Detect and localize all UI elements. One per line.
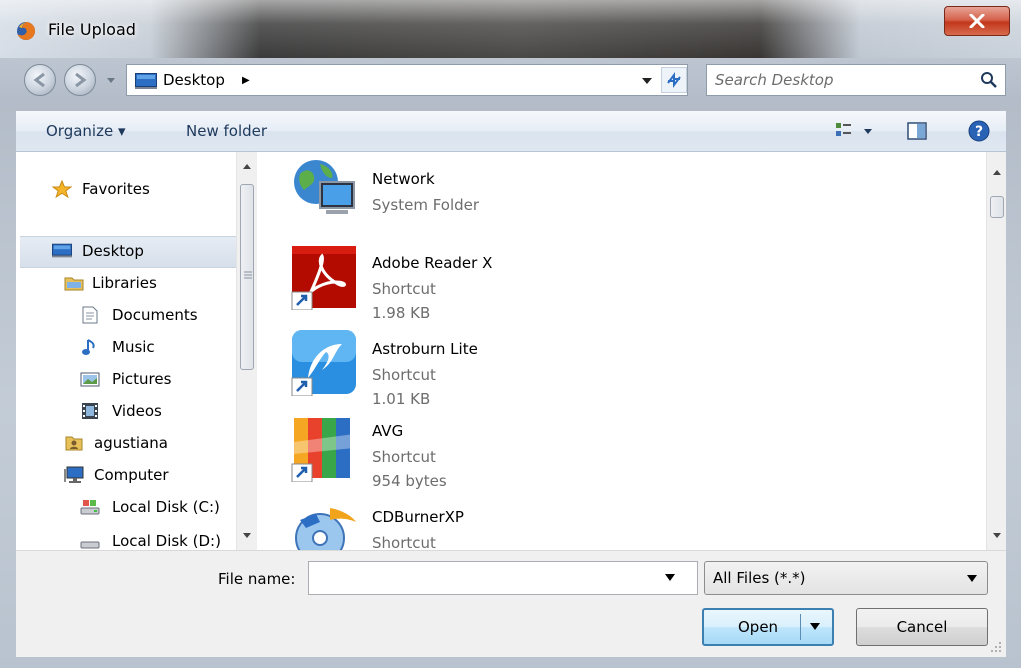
close-icon xyxy=(969,14,985,28)
nav-item-label: Documents xyxy=(112,306,198,324)
refresh-button[interactable] xyxy=(661,67,687,93)
preview-pane-button[interactable] xyxy=(906,121,928,141)
file-type: Shortcut xyxy=(372,448,436,466)
file-name: AVG xyxy=(372,422,404,440)
nav-item-label: Computer xyxy=(94,466,169,484)
file-name-label: File name: xyxy=(218,570,296,588)
file-type: System Folder xyxy=(372,196,480,214)
breadcrumb-desktop[interactable]: Desktop xyxy=(163,71,225,89)
file-name: CDBurnerXP xyxy=(372,508,464,526)
libraries-icon xyxy=(64,277,84,291)
file-name: Astroburn Lite xyxy=(372,340,478,358)
computer-icon xyxy=(64,466,84,483)
search-icon[interactable] xyxy=(979,70,999,90)
file-list-scroll-thumb[interactable] xyxy=(990,196,1004,218)
scroll-up-icon[interactable] xyxy=(242,162,252,170)
address-bar[interactable]: Desktop ▶ xyxy=(126,64,688,96)
astroburn-icon xyxy=(291,330,356,396)
file-type: Shortcut xyxy=(372,280,436,298)
drive-icon xyxy=(80,500,100,515)
back-button[interactable] xyxy=(24,64,56,96)
nav-item-label: Music xyxy=(112,338,155,356)
help-button[interactable]: ? xyxy=(968,120,990,142)
navigation-pane[interactable]: Favorites Desktop Libraries Documents Mu… xyxy=(16,152,242,550)
split-divider xyxy=(800,614,801,640)
new-folder-button[interactable]: New folder xyxy=(186,122,267,140)
bottom-panel: File name: All Files (*.*) Open Cancel xyxy=(16,550,1006,657)
chevron-down-icon[interactable] xyxy=(665,574,675,582)
scroll-down-icon[interactable] xyxy=(992,532,1002,540)
file-item-adobe-reader-x[interactable]: Adobe Reader X Shortcut 1.98 KB xyxy=(272,238,972,324)
file-item-avg[interactable]: AVG Shortcut 954 bytes xyxy=(272,410,972,496)
forward-button[interactable] xyxy=(64,64,96,96)
desktop-icon xyxy=(52,243,72,258)
chevron-down-icon xyxy=(967,575,977,582)
breadcrumb-chevron-icon[interactable]: ▶ xyxy=(242,75,250,86)
search-input[interactable] xyxy=(715,69,965,91)
title-bar: File Upload xyxy=(0,0,1021,58)
file-size: 1.98 KB xyxy=(372,304,431,322)
content-area: Favorites Desktop Libraries Documents Mu… xyxy=(16,152,1006,550)
view-icon xyxy=(836,123,851,136)
file-list[interactable]: Network System Folder Adobe Reader X Sho… xyxy=(272,152,984,550)
chevron-down-icon[interactable] xyxy=(810,623,820,631)
nav-item-label: Videos xyxy=(112,402,162,420)
file-upload-dialog: File Upload Desktop ▶ Search Desktop Org… xyxy=(0,0,1021,668)
resize-grip-icon[interactable] xyxy=(988,639,1002,653)
picture-icon xyxy=(80,372,100,387)
file-list-scrollbar[interactable] xyxy=(986,152,1006,550)
file-name-combobox[interactable] xyxy=(308,561,698,595)
close-button[interactable] xyxy=(944,6,1010,36)
cancel-button[interactable]: Cancel xyxy=(856,608,988,646)
file-type: Shortcut xyxy=(372,366,436,384)
recent-pages-dropdown[interactable] xyxy=(104,72,118,88)
file-item-network[interactable]: Network System Folder xyxy=(272,152,972,238)
nav-item-label: Desktop xyxy=(82,242,144,260)
cdburnerxp-icon xyxy=(295,508,356,550)
nav-item-label: Local Disk (D:) xyxy=(112,532,221,550)
user-folder-icon xyxy=(65,436,83,451)
file-item-astroburn-lite[interactable]: Astroburn Lite Shortcut 1.01 KB xyxy=(272,324,972,410)
music-note-icon xyxy=(82,339,95,355)
nav-item-label: agustiana xyxy=(94,434,168,452)
adobe-reader-icon xyxy=(291,246,356,310)
open-button[interactable]: Open xyxy=(702,608,834,646)
open-button-label: Open xyxy=(738,618,779,636)
file-size: 954 bytes xyxy=(372,472,447,490)
nav-pane-scrollbar[interactable] xyxy=(236,152,257,550)
file-name-input[interactable] xyxy=(313,567,653,589)
file-type-select[interactable]: All Files (*.*) xyxy=(704,561,988,595)
grip-icon xyxy=(244,271,252,279)
file-type-value: All Files (*.*) xyxy=(713,569,806,587)
file-name: Network xyxy=(372,170,435,188)
arrow-left-icon xyxy=(33,72,45,88)
nav-item-label: Pictures xyxy=(112,370,172,388)
star-icon xyxy=(52,180,72,198)
scroll-up-icon[interactable] xyxy=(992,168,1002,176)
organize-button[interactable]: Organize ▾ xyxy=(46,122,126,140)
file-size: 1.01 KB xyxy=(372,390,431,408)
view-options-button[interactable] xyxy=(834,121,878,141)
firefox-icon xyxy=(17,22,35,40)
file-type: Shortcut xyxy=(372,534,436,550)
nav-item-label: Favorites xyxy=(82,180,150,198)
nav-pane-scroll-thumb[interactable] xyxy=(240,184,254,370)
arrow-right-icon xyxy=(75,72,87,88)
question-mark-icon: ? xyxy=(975,124,983,140)
window-title: File Upload xyxy=(48,20,136,39)
address-dropdown-button[interactable] xyxy=(637,69,657,91)
nav-item-label: Local Disk (C:) xyxy=(112,498,220,516)
drive-icon xyxy=(80,541,100,549)
nav-item-label: Libraries xyxy=(92,274,157,292)
avg-icon xyxy=(291,418,354,482)
file-name: Adobe Reader X xyxy=(372,254,493,272)
desktop-icon xyxy=(135,73,157,89)
network-icon xyxy=(294,160,355,214)
film-icon xyxy=(82,403,98,419)
search-box[interactable] xyxy=(706,64,1006,96)
scroll-down-icon[interactable] xyxy=(242,532,252,540)
document-icon xyxy=(82,306,98,324)
file-item-cdburnerxp[interactable]: CDBurnerXP Shortcut xyxy=(272,496,972,550)
command-toolbar: Organize ▾ New folder ? xyxy=(16,111,1006,152)
